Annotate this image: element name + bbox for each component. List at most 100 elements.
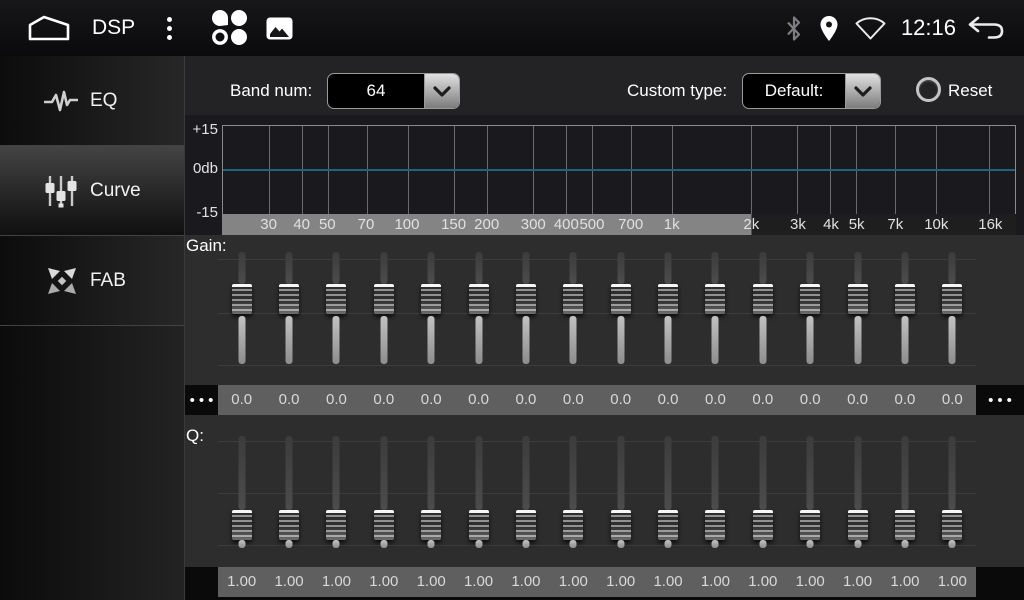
slider-track-upper[interactable] — [759, 436, 766, 510]
slider-thumb[interactable] — [848, 284, 868, 314]
slider-track-upper[interactable] — [617, 252, 624, 284]
gain-slider[interactable] — [739, 248, 786, 368]
slider-track-lower[interactable] — [522, 316, 529, 364]
sidebar-item-curve[interactable]: Curve — [0, 146, 184, 236]
slider-thumb[interactable] — [516, 510, 536, 540]
slider-track-lower[interactable] — [333, 316, 340, 364]
gain-slider[interactable] — [692, 248, 739, 368]
sidebar-item-fab[interactable]: FAB — [0, 236, 184, 326]
slider-thumb[interactable] — [895, 284, 915, 314]
slider-track-upper[interactable] — [712, 436, 719, 510]
reset-radio[interactable] — [916, 77, 941, 102]
slider-track-lower[interactable] — [665, 540, 672, 548]
slider-track-lower[interactable] — [949, 540, 956, 548]
gain-slider[interactable] — [550, 248, 597, 368]
slider-thumb[interactable] — [279, 284, 299, 314]
apps-clover-icon[interactable] — [210, 9, 250, 47]
slider-thumb[interactable] — [942, 284, 962, 314]
gain-slider[interactable] — [265, 248, 312, 368]
slider-track-upper[interactable] — [428, 436, 435, 510]
slider-track-upper[interactable] — [759, 252, 766, 284]
slider-thumb[interactable] — [516, 284, 536, 314]
q-slider[interactable] — [739, 432, 786, 552]
slider-track-lower[interactable] — [475, 540, 482, 548]
slider-track-lower[interactable] — [428, 316, 435, 364]
slider-thumb[interactable] — [232, 284, 252, 314]
slider-track-lower[interactable] — [712, 316, 719, 364]
slider-thumb[interactable] — [374, 284, 394, 314]
slider-thumb[interactable] — [469, 510, 489, 540]
gallery-icon[interactable] — [266, 17, 293, 40]
slider-thumb[interactable] — [279, 510, 299, 540]
gain-slider[interactable] — [360, 248, 407, 368]
slider-thumb[interactable] — [326, 510, 346, 540]
slider-thumb[interactable] — [800, 510, 820, 540]
slider-track-upper[interactable] — [286, 252, 293, 284]
q-slider[interactable] — [692, 432, 739, 552]
q-slider[interactable] — [644, 432, 691, 552]
slider-track-lower[interactable] — [901, 316, 908, 364]
slider-track-upper[interactable] — [238, 436, 245, 510]
slider-track-lower[interactable] — [617, 316, 624, 364]
slider-track-lower[interactable] — [807, 316, 814, 364]
gain-prev-bands-button[interactable]: ••• — [185, 385, 218, 415]
slider-thumb[interactable] — [374, 510, 394, 540]
slider-thumb[interactable] — [232, 510, 252, 540]
slider-track-upper[interactable] — [380, 252, 387, 284]
slider-track-upper[interactable] — [475, 252, 482, 284]
q-slider[interactable] — [881, 432, 928, 552]
slider-thumb[interactable] — [848, 510, 868, 540]
slider-thumb[interactable] — [753, 510, 773, 540]
slider-track-lower[interactable] — [238, 540, 245, 548]
gain-slider[interactable] — [455, 248, 502, 368]
slider-track-upper[interactable] — [286, 436, 293, 510]
q-slider[interactable] — [550, 432, 597, 552]
slider-track-lower[interactable] — [286, 540, 293, 548]
slider-track-upper[interactable] — [712, 252, 719, 284]
q-slider[interactable] — [408, 432, 455, 552]
gain-slider[interactable] — [881, 248, 928, 368]
slider-track-upper[interactable] — [333, 252, 340, 284]
q-slider[interactable] — [929, 432, 976, 552]
slider-thumb[interactable] — [800, 284, 820, 314]
slider-thumb[interactable] — [421, 510, 441, 540]
slider-track-lower[interactable] — [380, 540, 387, 548]
slider-track-lower[interactable] — [617, 540, 624, 548]
gain-slider[interactable] — [834, 248, 881, 368]
slider-thumb[interactable] — [611, 284, 631, 314]
slider-thumb[interactable] — [705, 284, 725, 314]
q-slider[interactable] — [455, 432, 502, 552]
slider-track-upper[interactable] — [807, 252, 814, 284]
slider-thumb[interactable] — [421, 284, 441, 314]
gain-slider[interactable] — [929, 248, 976, 368]
slider-track-lower[interactable] — [286, 316, 293, 364]
slider-track-lower[interactable] — [238, 316, 245, 364]
gain-slider[interactable] — [502, 248, 549, 368]
slider-track-upper[interactable] — [522, 252, 529, 284]
slider-track-upper[interactable] — [901, 252, 908, 284]
q-slider[interactable] — [834, 432, 881, 552]
slider-track-lower[interactable] — [570, 316, 577, 364]
slider-track-upper[interactable] — [428, 252, 435, 284]
gain-slider[interactable] — [787, 248, 834, 368]
q-slider[interactable] — [787, 432, 834, 552]
slider-track-lower[interactable] — [854, 540, 861, 548]
slider-track-lower[interactable] — [759, 316, 766, 364]
slider-track-upper[interactable] — [901, 436, 908, 510]
slider-track-lower[interactable] — [901, 540, 908, 548]
slider-thumb[interactable] — [563, 510, 583, 540]
slider-thumb[interactable] — [563, 284, 583, 314]
overflow-menu-icon[interactable] — [161, 11, 178, 46]
slider-track-lower[interactable] — [949, 316, 956, 364]
slider-track-lower[interactable] — [333, 540, 340, 548]
slider-track-upper[interactable] — [949, 252, 956, 284]
q-slider[interactable] — [502, 432, 549, 552]
sidebar-item-eq[interactable]: EQ — [0, 56, 184, 146]
slider-track-upper[interactable] — [570, 252, 577, 284]
slider-thumb[interactable] — [942, 510, 962, 540]
slider-track-upper[interactable] — [522, 436, 529, 510]
slider-track-lower[interactable] — [665, 316, 672, 364]
freq-axis[interactable]: 304050701001502003004005007001k2k3k4k5k7… — [222, 214, 1016, 235]
back-icon[interactable] — [966, 15, 1006, 41]
slider-track-lower[interactable] — [807, 540, 814, 548]
